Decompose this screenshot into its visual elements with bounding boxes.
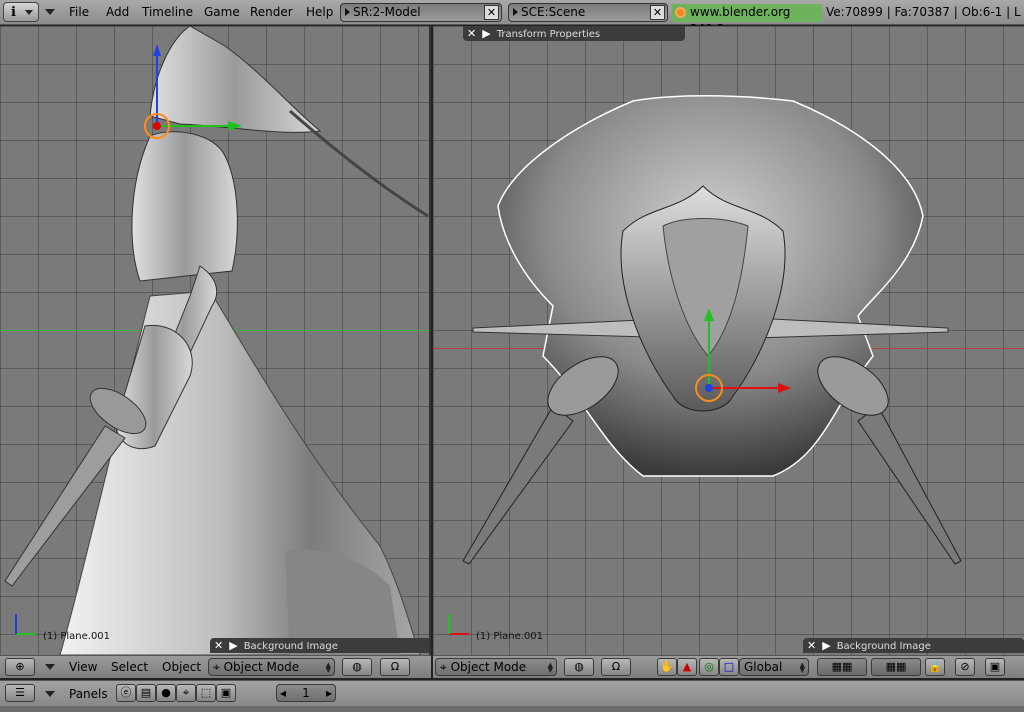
chevron-updown-icon: ▲ ▼ bbox=[325, 661, 331, 674]
frame-number-field[interactable]: ◂ 1 ▸ bbox=[276, 684, 336, 702]
panel-title: Background Image bbox=[836, 641, 931, 652]
blender-logo-icon bbox=[675, 7, 686, 18]
view3d-header-left: ⊕ View Select Object ⌖ Object Mode ▲ ▼ ◍ … bbox=[0, 655, 431, 678]
menu-object[interactable]: Object bbox=[162, 660, 201, 674]
screen-name: SR:2-Model bbox=[353, 5, 421, 19]
screen-browse-icon bbox=[345, 8, 350, 16]
object-label: (1) Plane.001 bbox=[43, 631, 111, 642]
translate-icon[interactable]: ▲ bbox=[677, 658, 697, 676]
expand-icon[interactable]: ▶ bbox=[229, 639, 237, 652]
snap-icon[interactable]: ⊘ bbox=[955, 658, 975, 676]
background-image-panel[interactable]: ✕ ▶ Background Image bbox=[803, 638, 1024, 653]
menu-timeline[interactable]: Timeline bbox=[142, 5, 193, 19]
info-icon: i bbox=[11, 5, 16, 20]
shading-icon[interactable]: ● bbox=[156, 684, 176, 702]
close-icon[interactable]: ✕ bbox=[214, 639, 223, 652]
buttons-header: ☰ Panels ⓔ ▤ ● ⌖ ⬚ ▣ ◂ 1 ▸ bbox=[0, 680, 1024, 706]
scene-name: SCE:Scene bbox=[521, 5, 586, 19]
rotate-icon[interactable]: ◎ bbox=[699, 658, 719, 676]
orientation-select[interactable]: Global ▲ ▼ bbox=[739, 658, 809, 676]
logic-icon[interactable]: ⓔ bbox=[116, 684, 136, 702]
model-side-view bbox=[4, 26, 429, 655]
chevron-updown-icon: ▲ ▼ bbox=[799, 661, 805, 674]
object-label: (1) Plane.001 bbox=[476, 631, 544, 642]
editor-type-menu[interactable]: i bbox=[3, 2, 39, 22]
info-header: i File Add Timeline Game Render Help SR:… bbox=[0, 0, 1024, 36]
close-icon[interactable]: ✕ bbox=[484, 5, 499, 20]
menu-select[interactable]: Select bbox=[111, 660, 148, 674]
draw-type-icon[interactable]: ◍ bbox=[564, 658, 594, 676]
view3d-header-right: ⌖ Object Mode ▲ ▼ ◍ Ω ✋ ▲ ◎ □ Global ▲ ▼ ▦… bbox=[433, 655, 1024, 678]
mode-select[interactable]: ⌖ Object Mode ▲ ▼ bbox=[208, 658, 335, 676]
hand-icon[interactable]: ✋ bbox=[657, 658, 677, 676]
chevron-updown-icon: ▲ ▼ bbox=[547, 661, 553, 674]
menu-view[interactable]: View bbox=[69, 660, 97, 674]
frame-value: 1 bbox=[302, 686, 310, 700]
lock-icon[interactable]: 🔒 bbox=[925, 658, 945, 676]
scene-browse-icon bbox=[513, 8, 518, 16]
website-link[interactable]: www.blender.org 249.2 bbox=[672, 4, 822, 36]
background-image-panel[interactable]: ✕ ▶ Background Image bbox=[210, 638, 429, 653]
script-icon[interactable]: ▤ bbox=[136, 684, 156, 702]
layer-buttons-icon[interactable]: ▦▦ bbox=[871, 658, 921, 676]
object-mode-icon: ⌖ bbox=[213, 660, 224, 674]
pivot-icon[interactable]: Ω bbox=[380, 658, 410, 676]
render-image-icon[interactable]: ▣ bbox=[985, 658, 1005, 676]
screen-selector[interactable]: SR:2-Model ✕ bbox=[340, 3, 502, 22]
menu-help[interactable]: Help bbox=[306, 5, 333, 19]
scene-icon[interactable]: ▣ bbox=[216, 684, 236, 702]
orientation-label: Global bbox=[744, 660, 783, 674]
object-mode-icon: ⌖ bbox=[440, 660, 451, 674]
object-icon[interactable]: ⌖ bbox=[176, 684, 196, 702]
pivot-icon[interactable]: Ω bbox=[601, 658, 631, 676]
draw-type-icon[interactable]: ◍ bbox=[342, 658, 372, 676]
mode-label: Object Mode bbox=[223, 660, 300, 674]
collapse-menu-icon[interactable] bbox=[45, 664, 55, 670]
menu-game[interactable]: Game bbox=[204, 5, 240, 19]
editing-icon[interactable]: ⬚ bbox=[196, 684, 216, 702]
panel-title: Background Image bbox=[243, 641, 338, 652]
arrow-left-icon[interactable]: ◂ bbox=[277, 685, 286, 701]
mode-select[interactable]: ⌖ Object Mode ▲ ▼ bbox=[435, 658, 557, 676]
menu-add[interactable]: Add bbox=[106, 5, 129, 19]
buttons-window bbox=[0, 706, 1024, 712]
scale-icon[interactable]: □ bbox=[719, 658, 739, 676]
menu-render[interactable]: Render bbox=[250, 5, 293, 19]
mode-label: Object Mode bbox=[450, 660, 527, 674]
collapse-menu-icon[interactable] bbox=[45, 691, 55, 697]
viewport-left[interactable]: (1) Plane.001 ✕ ▶ Background Image bbox=[0, 26, 431, 655]
expand-icon[interactable]: ▶ bbox=[822, 639, 830, 652]
layer-buttons-icon[interactable]: ▦▦ bbox=[817, 658, 867, 676]
arrow-right-icon[interactable]: ▸ bbox=[326, 685, 335, 701]
collapse-menu-icon[interactable] bbox=[45, 9, 55, 15]
menu-file[interactable]: File bbox=[69, 5, 89, 19]
menu-panels[interactable]: Panels bbox=[69, 687, 108, 701]
close-icon[interactable]: ✕ bbox=[807, 639, 816, 652]
chevron-down-icon bbox=[25, 10, 33, 15]
editor-type-icon[interactable]: ☰ bbox=[5, 684, 35, 702]
viewport-right[interactable]: ✕ ▶ Transform Properties (1) Plane.001 ✕… bbox=[433, 26, 1024, 655]
editor-type-icon[interactable]: ⊕ bbox=[5, 658, 35, 676]
scene-stats: Ve:70899 | Fa:70387 | Ob:6-1 | L bbox=[826, 5, 1021, 19]
scene-selector[interactable]: SCE:Scene ✕ bbox=[508, 3, 668, 22]
close-icon[interactable]: ✕ bbox=[650, 5, 665, 20]
model-front-view bbox=[448, 95, 962, 635]
